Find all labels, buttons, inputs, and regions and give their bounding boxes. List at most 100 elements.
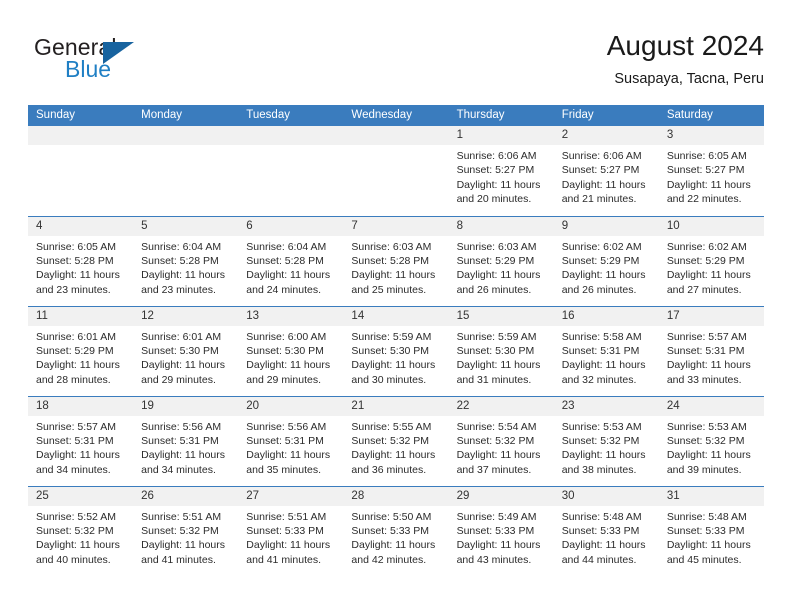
calendar-day-cell[interactable]: 21 Sunrise: 5:55 AM Sunset: 5:32 PM Dayligh…	[343, 395, 449, 486]
day-details: Sunrise: 5:55 AM Sunset: 5:32 PM Daylight:…	[343, 416, 448, 478]
sunrise-text: Sunrise: 6:06 AM	[456, 150, 537, 162]
day-details: Sunrise: 5:56 AM Sunset: 5:31 PM Daylight:…	[238, 416, 343, 478]
calendar-day-cell[interactable]: 7 Sunrise: 6:03 AM Sunset: 5:28 PM Daylight…	[343, 215, 449, 306]
calendar-day-cell[interactable]: 10 Sunrise: 6:02 AM Sunset: 5:29 PM Dayligh…	[658, 215, 764, 306]
calendar-day-cell[interactable]: 17 Sunrise: 5:57 AM Sunset: 5:31 PM Dayligh…	[658, 305, 764, 396]
day-number: 27	[238, 486, 344, 506]
daylight-text-line2: and 35 minutes.	[246, 463, 321, 476]
calendar-day-cell[interactable]: 15 Sunrise: 5:59 AM Sunset: 5:30 PM Dayligh…	[448, 305, 554, 396]
daylight-text-line1: Daylight: 11 hours	[246, 539, 331, 552]
daylight-text-line2: and 39 minutes.	[666, 463, 742, 476]
sunrise-text: Sunrise: 5:53 AM	[666, 420, 747, 433]
day-details: Sunrise: 5:50 AM Sunset: 5:33 PM Daylight:…	[343, 506, 448, 568]
daylight-text-line1: Daylight: 11 hours	[666, 359, 751, 372]
calendar-day-cell[interactable]: 22 Sunrise: 5:54 AM Sunset: 5:32 PM Dayligh…	[448, 395, 554, 486]
daylight-text-line1: Daylight: 11 hours	[36, 359, 120, 372]
calendar-day-cell[interactable]: 4 Sunrise: 6:05 AM Sunset: 5:28 PM Daylight…	[28, 215, 134, 306]
calendar-day-cell[interactable]: 3 Sunrise: 6:05 AM Sunset: 5:27 PM Daylight…	[658, 126, 764, 216]
day-details: Sunrise: 5:51 AM Sunset: 5:32 PM Daylight:…	[133, 506, 238, 568]
calendar-day-cell[interactable]: 20 Sunrise: 5:56 AM Sunset: 5:31 PM Dayligh…	[238, 395, 344, 486]
daylight-text-line2: and 41 minutes.	[141, 553, 216, 566]
day-details: Sunrise: 6:01 AM Sunset: 5:30 PM Daylight:…	[133, 326, 238, 388]
calendar-day-cell[interactable]: 8 Sunrise: 6:03 AM Sunset: 5:29 PM Daylight…	[448, 215, 554, 306]
day-number: 19	[133, 396, 239, 416]
daylight-text-line2: and 41 minutes.	[246, 553, 321, 566]
day-number: 14	[343, 306, 449, 326]
day-number	[28, 126, 134, 145]
calendar-week-row: 18 Sunrise: 5:57 AM Sunset: 5:31 PM Dayligh…	[28, 395, 764, 486]
calendar-day-cell[interactable]: 2 Sunrise: 6:06 AM Sunset: 5:27 PM Daylight…	[553, 126, 659, 216]
sunrise-text: Sunrise: 5:51 AM	[141, 510, 222, 523]
day-details: Sunrise: 6:06 AM Sunset: 5:27 PM Daylight:…	[554, 145, 659, 207]
calendar-day-cell[interactable]: 18 Sunrise: 5:57 AM Sunset: 5:31 PM Dayligh…	[28, 395, 134, 486]
daylight-text-line2: and 23 minutes.	[141, 283, 216, 296]
day-details: Sunrise: 5:54 AM Sunset: 5:32 PM Daylight:…	[449, 416, 554, 478]
day-details: Sunrise: 5:53 AM Sunset: 5:32 PM Daylight:…	[659, 416, 764, 478]
day-details: Sunrise: 5:56 AM Sunset: 5:31 PM Daylight:…	[133, 416, 238, 478]
day-details: Sunrise: 5:57 AM Sunset: 5:31 PM Daylight:…	[659, 326, 764, 388]
calendar-day-cell[interactable]: 28 Sunrise: 5:50 AM Sunset: 5:33 PM Dayligh…	[343, 485, 449, 576]
calendar-day-cell[interactable]: 24 Sunrise: 5:53 AM Sunset: 5:32 PM Dayligh…	[658, 395, 764, 486]
calendar-day-cell[interactable]: 12 Sunrise: 6:01 AM Sunset: 5:30 PM Dayligh…	[133, 305, 239, 396]
sunset-text: Sunset: 5:33 PM	[666, 524, 745, 537]
calendar-day-cell[interactable]: 31 Sunrise: 5:48 AM Sunset: 5:33 PM Dayligh…	[658, 485, 764, 576]
sunset-text: Sunset: 5:30 PM	[141, 344, 219, 357]
daylight-text-line1: Daylight: 11 hours	[456, 269, 541, 282]
calendar-day-cell[interactable]: 19 Sunrise: 5:56 AM Sunset: 5:31 PM Dayligh…	[133, 395, 239, 486]
day-details: Sunrise: 5:57 AM Sunset: 5:31 PM Daylight:…	[28, 416, 133, 478]
calendar-day-cell[interactable]: 25 Sunrise: 5:52 AM Sunset: 5:32 PM Dayligh…	[28, 485, 134, 576]
calendar-day-cell[interactable]: 1 Sunrise: 6:06 AM Sunset: 5:27 PM Daylight…	[448, 126, 554, 216]
sunrise-sunset-calendar: Sunday Monday Tuesday Wednesday Thursday…	[28, 105, 764, 576]
sunset-text: Sunset: 5:27 PM	[561, 164, 640, 177]
day-details: Sunrise: 6:04 AM Sunset: 5:28 PM Daylight:…	[133, 236, 238, 298]
sunrise-text: Sunrise: 5:59 AM	[456, 330, 537, 343]
daylight-text-line1: Daylight: 11 hours	[36, 269, 120, 282]
day-number: 1	[448, 126, 554, 145]
calendar-day-cell[interactable]: 30 Sunrise: 5:48 AM Sunset: 5:33 PM Dayligh…	[553, 485, 659, 576]
day-number: 30	[553, 486, 659, 506]
logo-text-blue: Blue	[65, 56, 112, 82]
daylight-text-line2: and 29 minutes.	[246, 373, 321, 386]
calendar-empty-cell	[28, 126, 134, 216]
calendar-day-cell[interactable]: 13 Sunrise: 6:00 AM Sunset: 5:30 PM Dayligh…	[238, 305, 344, 396]
sunset-text: Sunset: 5:28 PM	[141, 254, 219, 267]
calendar-day-cell[interactable]: 5 Sunrise: 6:04 AM Sunset: 5:28 PM Daylight…	[133, 215, 239, 306]
sunset-text: Sunset: 5:31 PM	[246, 434, 324, 447]
sunset-text: Sunset: 5:33 PM	[351, 524, 430, 537]
calendar-day-cell[interactable]: 11 Sunrise: 6:01 AM Sunset: 5:29 PM Dayligh…	[28, 305, 134, 396]
sunset-text: Sunset: 5:31 PM	[36, 434, 114, 447]
day-number: 10	[658, 216, 764, 236]
page-header: General Blue August 2024 Susapaya, Tacna…	[28, 28, 764, 98]
day-number: 5	[133, 216, 239, 236]
daylight-text-line2: and 29 minutes.	[141, 373, 216, 386]
sunset-text: Sunset: 5:32 PM	[456, 434, 535, 447]
calendar-empty-cell	[238, 126, 344, 216]
sunrise-text: Sunrise: 6:03 AM	[456, 240, 537, 253]
daylight-text-line1: Daylight: 11 hours	[141, 449, 225, 462]
calendar-day-cell[interactable]: 16 Sunrise: 5:58 AM Sunset: 5:31 PM Dayligh…	[553, 305, 659, 396]
calendar-day-cell[interactable]: 9 Sunrise: 6:02 AM Sunset: 5:29 PM Daylight…	[553, 215, 659, 306]
calendar-day-cell[interactable]: 23 Sunrise: 5:53 AM Sunset: 5:32 PM Dayligh…	[553, 395, 659, 486]
day-number: 31	[658, 486, 764, 506]
sunset-text: Sunset: 5:28 PM	[36, 254, 114, 267]
daylight-text-line2: and 28 minutes.	[36, 373, 111, 386]
calendar-day-cell[interactable]: 14 Sunrise: 5:59 AM Sunset: 5:30 PM Dayligh…	[343, 305, 449, 396]
calendar-day-cell[interactable]: 26 Sunrise: 5:51 AM Sunset: 5:32 PM Dayligh…	[133, 485, 239, 576]
weekday-header-monday: Monday	[133, 105, 239, 126]
general-blue-logo[interactable]: General Blue	[34, 34, 234, 92]
daylight-text-line1: Daylight: 11 hours	[561, 359, 646, 372]
day-number: 20	[238, 396, 344, 416]
calendar-day-cell[interactable]: 29 Sunrise: 5:49 AM Sunset: 5:33 PM Dayligh…	[448, 485, 554, 576]
calendar-empty-cell	[343, 126, 449, 216]
sunset-text: Sunset: 5:28 PM	[351, 254, 430, 267]
sunrise-text: Sunrise: 5:54 AM	[456, 420, 537, 433]
daylight-text-line1: Daylight: 11 hours	[351, 269, 436, 282]
calendar-day-cell[interactable]: 27 Sunrise: 5:51 AM Sunset: 5:33 PM Dayligh…	[238, 485, 344, 576]
daylight-text-line2: and 34 minutes.	[141, 463, 216, 476]
sunset-text: Sunset: 5:31 PM	[666, 344, 745, 357]
sunset-text: Sunset: 5:33 PM	[246, 524, 324, 537]
day-details: Sunrise: 5:48 AM Sunset: 5:33 PM Daylight:…	[659, 506, 764, 568]
calendar-day-cell[interactable]: 6 Sunrise: 6:04 AM Sunset: 5:28 PM Daylight…	[238, 215, 344, 306]
calendar-body: 1 Sunrise: 6:06 AM Sunset: 5:27 PM Daylight…	[28, 126, 764, 576]
daylight-text-line2: and 25 minutes.	[351, 283, 427, 296]
